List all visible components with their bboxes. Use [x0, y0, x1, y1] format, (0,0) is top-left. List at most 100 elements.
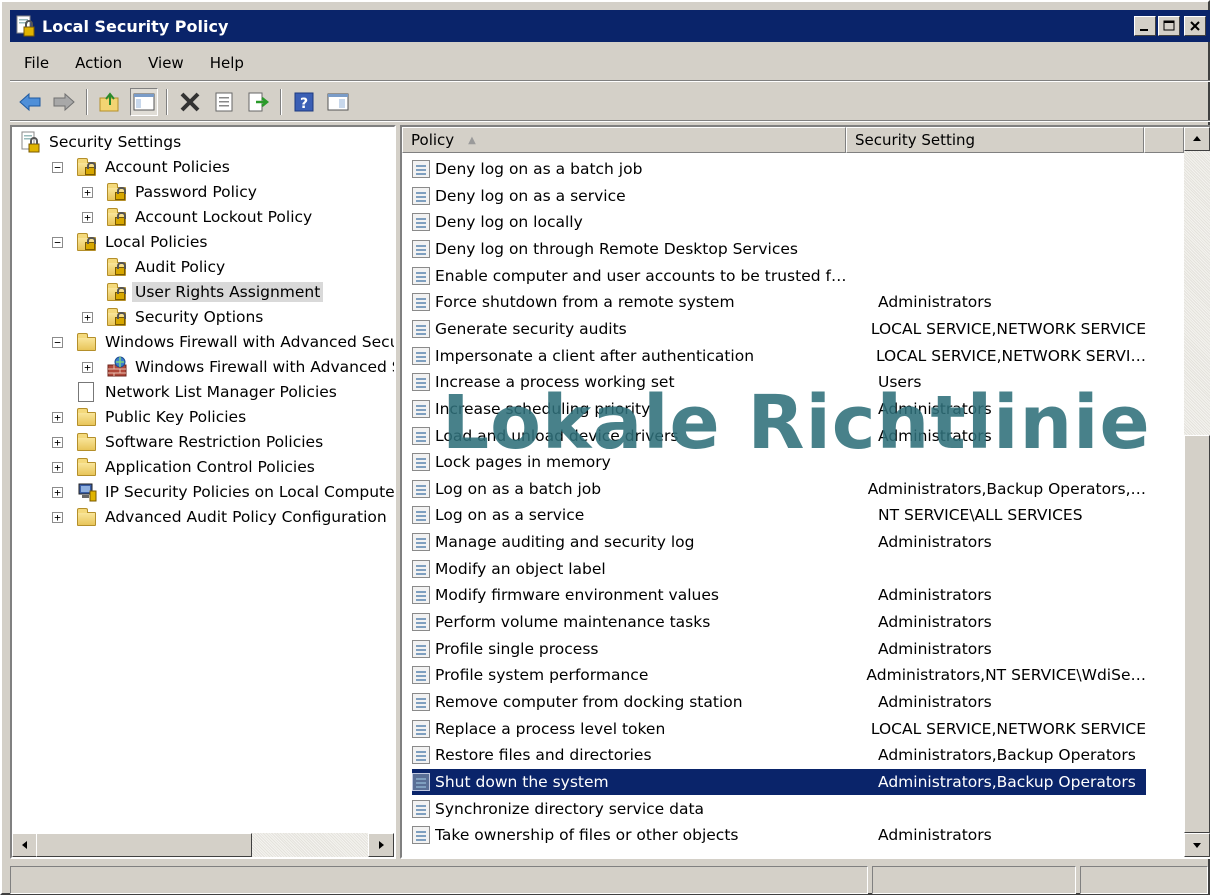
column-header-security-setting[interactable]: Security Setting [846, 127, 1144, 153]
policy-row[interactable]: Profile single process Administrators [412, 636, 1146, 662]
policy-row[interactable]: Deny log on as a batch job [412, 156, 1146, 182]
main-window: Local Security Policy File Action View H… [0, 0, 1210, 895]
tree-item[interactable]: Audit Policy [106, 255, 228, 279]
expand-icon[interactable]: + [52, 487, 63, 498]
expand-icon[interactable]: + [52, 412, 63, 423]
collapse-icon[interactable]: − [52, 237, 63, 248]
policy-row[interactable]: Generate security audits LOCAL SERVICE,NE… [412, 316, 1146, 342]
policy-row[interactable]: Log on as a service NT SERVICE\ALL SERVIC… [412, 502, 1146, 528]
forward-button[interactable] [50, 88, 78, 116]
firewall-icon [106, 356, 128, 378]
policy-row[interactable]: Force shutdown from a remote system Admin… [412, 289, 1146, 315]
tree-item[interactable]: + Windows Firewall with Advanced Secu [82, 355, 394, 379]
horizontal-scroll-thumb[interactable] [36, 833, 252, 857]
policy-list-view[interactable]: Policy ▲ Security Setting Deny log on as… [400, 125, 1210, 859]
tree-item[interactable]: − Windows Firewall with Advanced Security [52, 330, 394, 354]
menu-help[interactable]: Help [196, 54, 256, 72]
policy-row[interactable]: Log on as a batch job Administrators,Back… [412, 476, 1146, 502]
tree-item[interactable]: − Local Policies [52, 230, 210, 254]
policy-row[interactable]: Increase a process working set Users [412, 369, 1146, 395]
maximize-icon [1163, 20, 1175, 31]
expand-icon[interactable]: + [82, 187, 93, 198]
tree-item[interactable]: + Application Control Policies [52, 455, 318, 479]
collapse-icon[interactable]: − [52, 162, 63, 173]
expand-icon[interactable]: + [82, 362, 93, 373]
policy-item-icon [412, 746, 430, 765]
tree-item[interactable]: Network List Manager Policies [76, 380, 340, 404]
expand-icon[interactable]: + [82, 212, 93, 223]
title-bar[interactable]: Local Security Policy [10, 10, 1210, 42]
tree-item[interactable]: + Software Restriction Policies [52, 430, 326, 454]
tree-item-label: Account Lockout Policy [135, 208, 313, 226]
policy-row[interactable]: Synchronize directory service data [412, 796, 1146, 822]
up-one-level-button[interactable] [96, 88, 124, 116]
policy-row[interactable]: Modify firmware environment values Admini… [412, 582, 1146, 608]
tree-item-label: Password Policy [135, 183, 257, 201]
expand-icon[interactable]: + [52, 437, 63, 448]
scroll-right-button[interactable] [368, 833, 394, 857]
horizontal-scrollbar[interactable] [12, 833, 394, 857]
policy-name: Increase a process working set [435, 373, 675, 392]
policy-row[interactable]: Shut down the system Administrators,Backu… [412, 768, 1146, 795]
tree-item[interactable]: + Advanced Audit Policy Configuration [52, 505, 390, 529]
expand-icon[interactable]: + [82, 312, 93, 323]
tree-item[interactable]: + Password Policy [82, 180, 260, 204]
menu-action[interactable]: Action [61, 54, 134, 72]
policy-row[interactable]: Enable computer and user accounts to be … [412, 263, 1146, 289]
policy-row[interactable]: Impersonate a client after authenticatio… [412, 343, 1146, 369]
policy-row[interactable]: Deny log on through Remote Desktop Servi… [412, 236, 1146, 262]
expand-icon[interactable]: + [52, 512, 63, 523]
tree-item[interactable]: + IP Security Policies on Local Computer [52, 480, 394, 504]
minimize-button[interactable] [1134, 16, 1156, 36]
back-button[interactable] [16, 88, 44, 116]
policy-row[interactable]: Replace a process level token LOCAL SERVI… [412, 716, 1146, 742]
tree-item[interactable]: + Public Key Policies [52, 405, 249, 429]
policy-row[interactable]: Perform volume maintenance tasks Administ… [412, 609, 1146, 635]
policy-row[interactable]: Deny log on as a service [412, 183, 1146, 209]
expand-icon[interactable]: + [52, 462, 63, 473]
policy-row[interactable]: Increase scheduling priority Administrato… [412, 396, 1146, 422]
policy-row[interactable]: Restore files and directories Administrat… [412, 742, 1146, 768]
policy-row[interactable]: Profile system performance Administrators… [412, 662, 1146, 688]
policy-name: Enable computer and user accounts to be … [435, 266, 847, 285]
tree-item-label: Advanced Audit Policy Configuration [105, 508, 387, 526]
policy-item-icon [412, 346, 430, 365]
policy-item-icon [412, 239, 430, 258]
console-tree[interactable]: Security Settings − Account Policies + Passw… [10, 125, 396, 859]
status-panel-main [10, 866, 868, 894]
policy-row[interactable]: Modify an object label [412, 556, 1146, 582]
column-header-policy[interactable]: Policy ▲ [402, 127, 846, 153]
delete-button[interactable] [176, 88, 204, 116]
menu-view[interactable]: View [134, 54, 196, 72]
policy-row[interactable]: Lock pages in memory [412, 449, 1146, 475]
policy-row[interactable]: Take ownership of files or other objects… [412, 822, 1146, 848]
tree-item[interactable]: + Security Options [82, 305, 266, 329]
folder-icon [76, 431, 98, 453]
help-button[interactable]: ? [290, 88, 318, 116]
policy-row[interactable]: Manage auditing and security log Administ… [412, 529, 1146, 555]
vertical-scrollbar[interactable] [1184, 127, 1210, 857]
menu-bar: File Action View Help [10, 48, 256, 78]
collapse-icon[interactable]: − [52, 337, 63, 348]
properties-button[interactable] [210, 88, 238, 116]
policy-item-icon [412, 293, 430, 312]
maximize-button[interactable] [1158, 16, 1180, 36]
tree-item[interactable]: User Rights Assignment [106, 280, 324, 304]
vertical-scroll-thumb[interactable] [1184, 435, 1210, 833]
tree-item[interactable]: − Account Policies [52, 155, 233, 179]
tree-item[interactable]: Security Settings [20, 130, 184, 154]
scroll-up-button[interactable] [1184, 127, 1210, 151]
scroll-left-button[interactable] [12, 833, 38, 857]
policy-row[interactable]: Load and unload device drivers Administra… [412, 423, 1146, 449]
menu-file[interactable]: File [10, 54, 61, 72]
policy-row[interactable]: Deny log on locally [412, 209, 1146, 235]
console-tree-button[interactable] [324, 88, 352, 116]
policy-row[interactable]: Remove computer from docking station Admi… [412, 689, 1146, 715]
scroll-down-button[interactable] [1184, 833, 1210, 857]
export-list-button[interactable] [244, 88, 272, 116]
show-hide-tree-button[interactable] [130, 88, 158, 116]
policy-item-icon [412, 266, 430, 285]
delete-icon [180, 92, 200, 112]
tree-item[interactable]: + Account Lockout Policy [82, 205, 315, 229]
close-button[interactable] [1184, 16, 1206, 36]
